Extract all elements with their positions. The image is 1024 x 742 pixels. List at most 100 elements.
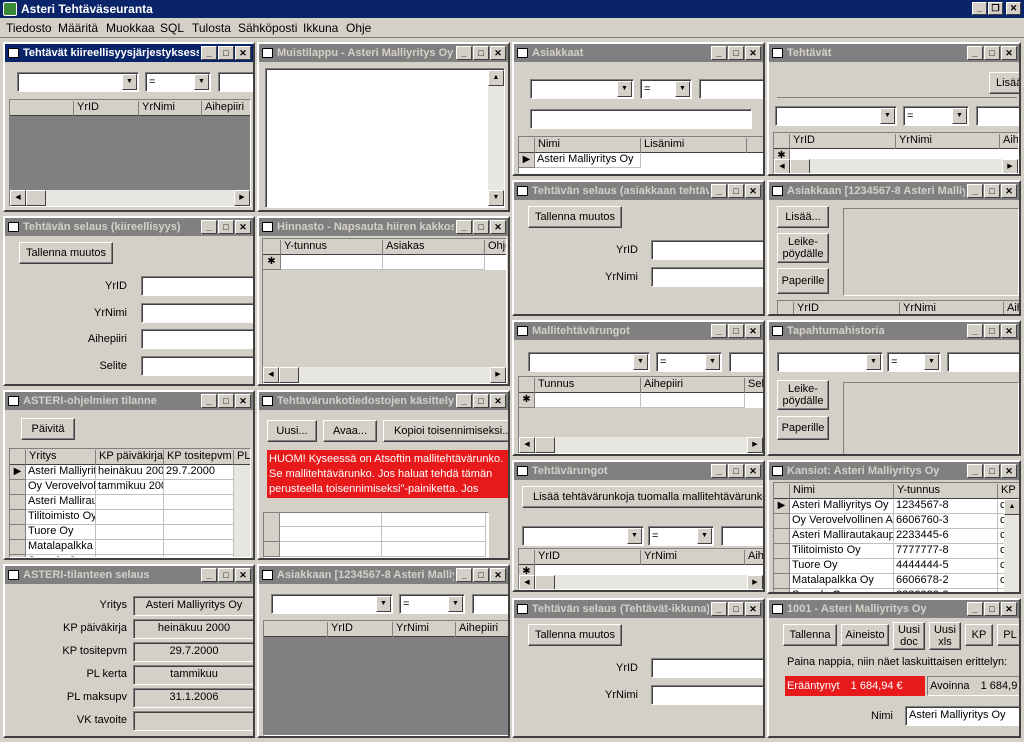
window-caption[interactable]: Asiakkaan [1234567-8 Asteri Malliyritys … — [259, 566, 508, 584]
window-caption[interactable]: Muistilappu - Asteri Malliyritys Oy _ □ ✕ — [259, 44, 508, 62]
tasks-grid[interactable]: YrID YrNimi Aihepiiri ◀ ▶ — [9, 99, 251, 207]
horizontal-scrollbar[interactable]: ◀ ▶ — [774, 159, 1018, 173]
clipboard-button[interactable]: Leike- pöydälle — [777, 380, 829, 410]
table-row[interactable] — [281, 255, 506, 270]
filter-value-input[interactable] — [729, 352, 763, 372]
template-grid[interactable]: Tunnus Aihepiiri Selite ✱ ◀▶ — [518, 376, 763, 454]
window-caption[interactable]: Tehtävän selaus (asiakkaan tehtävät) _ □ ✕ — [514, 182, 763, 200]
column-header-aihepiiri[interactable]: Aihepiiri — [1000, 134, 1018, 149]
filter-operator-combo[interactable]: = ▼ — [903, 106, 969, 126]
app-minimize-button[interactable]: _ — [972, 2, 987, 15]
column-header-yrnimi[interactable]: YrNimi — [393, 622, 456, 637]
maximize-button[interactable]: □ — [728, 46, 744, 60]
customers-grid[interactable]: Nimi Lisänimi ▶ Asteri Malliyritys Oy — [518, 136, 763, 174]
open-file-button[interactable]: Avaa... — [323, 420, 377, 442]
maximize-button[interactable]: □ — [984, 602, 1000, 616]
field-value[interactable]: tammikuu — [133, 665, 253, 685]
column-header-yritys[interactable]: Yritys — [26, 450, 96, 465]
minimize-button[interactable]: _ — [201, 394, 217, 408]
table-row[interactable]: Oy Verovelvollinen Abtammikuu 2000 — [26, 480, 250, 495]
customer-tasks-grid[interactable]: YrID YrNimi Aihepiiri — [777, 300, 1019, 314]
minimize-button[interactable]: _ — [967, 464, 983, 478]
aihepiiri-input[interactable] — [141, 329, 253, 349]
maximize-button[interactable]: □ — [473, 394, 489, 408]
column-header-yrnimi[interactable]: YrNimi — [896, 134, 1000, 149]
table-row[interactable]: Sample Oy — [26, 555, 250, 557]
chevron-down-icon[interactable]: ▼ — [194, 74, 209, 90]
menu-tulosta[interactable]: Tulosta — [192, 21, 231, 35]
minimize-button[interactable]: _ — [456, 46, 472, 60]
row-selector[interactable] — [774, 589, 790, 592]
field-value[interactable]: Asteri Malliyritys Oy — [133, 596, 253, 616]
menu-ohje[interactable]: Ohje — [346, 21, 371, 35]
window-caption[interactable]: Hinnasto - Napsauta hiiren kakkospainike… — [259, 218, 508, 236]
minimize-button[interactable]: _ — [456, 220, 472, 234]
column-header-ohje[interactable]: Ohje — [485, 240, 506, 255]
menu-tiedosto[interactable]: Tiedosto — [6, 21, 52, 35]
window-caption[interactable]: Tehtävärunkotiedostojen käsittely _ □ ✕ — [259, 392, 508, 410]
filter-field-combo[interactable]: ▼ — [271, 594, 393, 614]
window-caption[interactable]: Kansiot: Asteri Malliyritys Oy _ □ ✕ — [769, 462, 1019, 480]
close-button[interactable]: ✕ — [490, 220, 506, 234]
close-button[interactable]: ✕ — [1001, 602, 1017, 616]
filter-operator-combo[interactable]: = ▼ — [887, 352, 941, 372]
row-selector[interactable] — [10, 555, 26, 557]
column-header-tunnus[interactable]: Tunnus — [535, 378, 641, 393]
vertical-scrollbar[interactable]: ▲ ▼ — [488, 70, 504, 206]
save-changes-button[interactable]: Tallenna muutos — [19, 242, 113, 264]
minimize-button[interactable]: _ — [711, 324, 727, 338]
add-templates-button[interactable]: Lisää tehtävärunkoja tuomalla mallitehtä… — [522, 486, 763, 508]
window-caption[interactable]: Tapahtumahistoria _ □ ✕ — [769, 322, 1019, 340]
column-header-yrid[interactable]: YrID — [794, 302, 900, 314]
column-header-nimi[interactable]: Nimi — [790, 484, 894, 499]
column-header-ytunnus[interactable]: Y-tunnus — [281, 240, 383, 255]
column-header-yrnimi[interactable]: YrNimi — [139, 101, 202, 116]
folders-grid[interactable]: Nimi Y-tunnus KP ▶ Asteri Malliyritys Oy 1… — [773, 482, 1019, 592]
chevron-down-icon[interactable]: ▼ — [697, 528, 712, 544]
close-button[interactable]: ✕ — [1001, 184, 1017, 198]
chevron-down-icon[interactable]: ▼ — [376, 596, 391, 612]
template-files-grid[interactable] — [263, 512, 489, 558]
column-header-aihepiiri[interactable]: Aihepiiri — [1004, 302, 1019, 314]
pl-button[interactable]: PL — [997, 624, 1019, 646]
table-row[interactable]: Tuore Oy4444444-5c:\ — [790, 559, 1019, 574]
chevron-down-icon[interactable]: ▼ — [627, 528, 642, 544]
field-value[interactable]: 31.1.2006 — [133, 688, 253, 708]
material-button[interactable]: Aineisto — [841, 624, 889, 646]
row-selector[interactable]: ▶ — [10, 465, 26, 480]
notes-textarea[interactable] — [265, 68, 505, 208]
column-header-aihepiiri[interactable]: Aihepiiri — [202, 101, 250, 116]
row-selector[interactable] — [774, 544, 790, 559]
window-caption[interactable]: Asiakkaan [1234567-8 Asteri Malliyritys … — [769, 182, 1019, 200]
save-as-copy-button[interactable]: Kopioi toisennimiseksi... — [383, 420, 508, 442]
horizontal-scrollbar[interactable]: ◀ ▶ — [519, 437, 763, 453]
table-row[interactable]: Matalapalkka Oy6606678-2c:\ — [790, 574, 1019, 589]
maximize-button[interactable]: □ — [218, 568, 234, 582]
table-row[interactable]: Asteri Malliyritys Oyheinäkuu 200029.7.2… — [26, 465, 250, 480]
filter-field-combo[interactable]: ▼ — [777, 352, 883, 372]
column-header-lisanimi[interactable]: Lisänimi — [641, 138, 747, 153]
row-selector[interactable] — [10, 540, 26, 555]
new-row-selector[interactable]: ✱ — [519, 393, 535, 408]
maximize-button[interactable]: □ — [473, 46, 489, 60]
table-row[interactable] — [535, 393, 763, 408]
filter-operator-combo[interactable]: = ▼ — [648, 526, 714, 546]
filter-value-input[interactable] — [947, 352, 1019, 372]
new-doc-button[interactable]: Uusi doc — [893, 622, 925, 650]
maximize-button[interactable]: □ — [218, 220, 234, 234]
filter-field-combo[interactable]: ▼ — [522, 526, 644, 546]
filter-field-combo[interactable]: ▼ — [775, 106, 897, 126]
yrnimi-input[interactable] — [651, 685, 763, 705]
table-row[interactable]: Oy Verovelvollinen Ab6606760-3c:\ — [790, 514, 1019, 529]
maximize-button[interactable]: □ — [984, 324, 1000, 338]
chevron-down-icon[interactable]: ▼ — [122, 74, 137, 90]
yrnimi-input[interactable] — [141, 303, 253, 323]
save-changes-button[interactable]: Tallenna muutos — [528, 624, 622, 646]
minimize-button[interactable]: _ — [201, 220, 217, 234]
column-header-ytunnus[interactable]: Y-tunnus — [894, 484, 998, 499]
minimize-button[interactable]: _ — [711, 184, 727, 198]
column-header-yrid[interactable]: YrID — [790, 134, 896, 149]
filter-operator-combo[interactable]: = ▼ — [656, 352, 722, 372]
column-header-yrnimi[interactable]: YrNimi — [641, 550, 745, 565]
close-button[interactable]: ✕ — [235, 220, 251, 234]
